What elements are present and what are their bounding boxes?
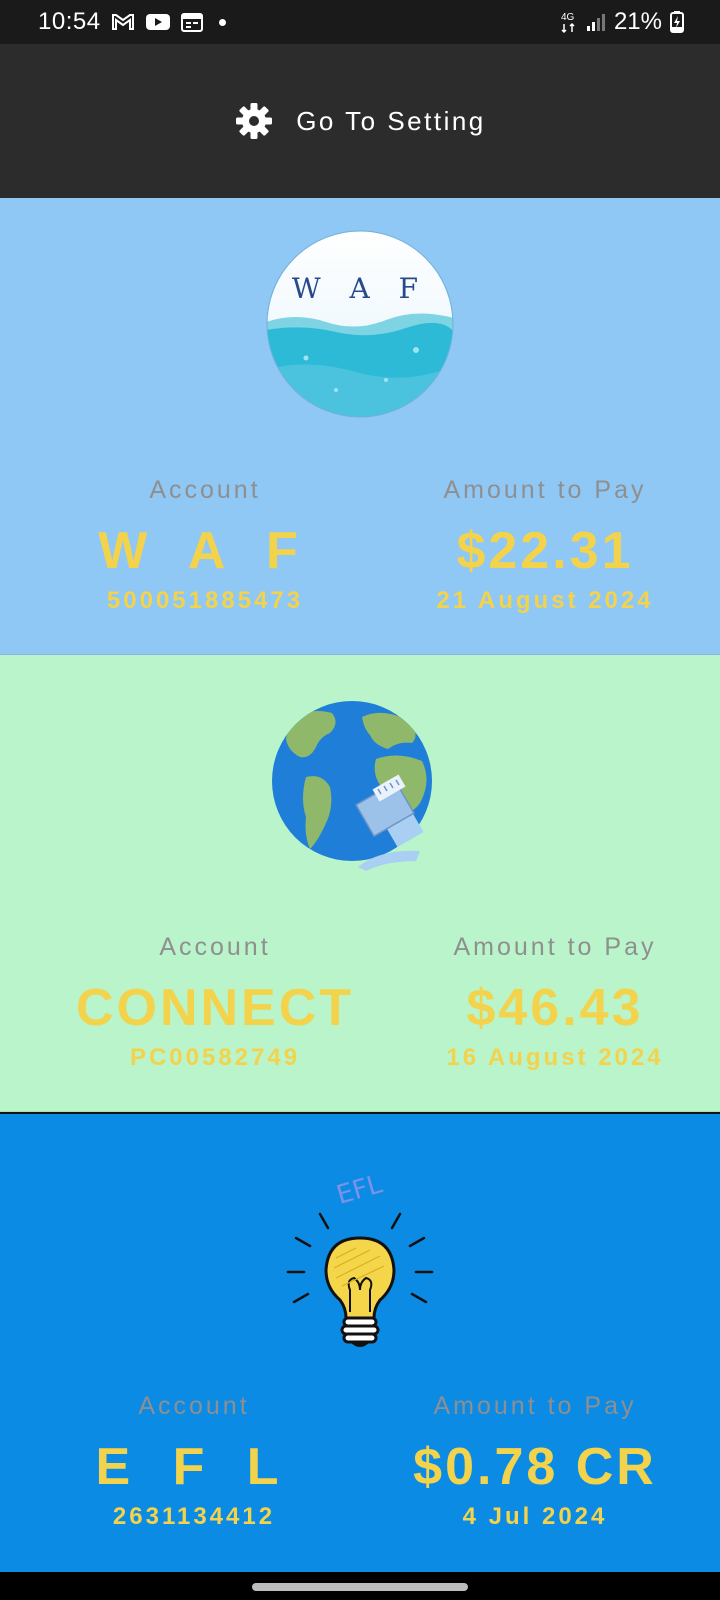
due-date: 16 August 2024 bbox=[446, 1044, 664, 1071]
amount-column: Amount to Pay $0.78 CR 4 Jul 2024 bbox=[375, 1392, 695, 1531]
amount-column: Amount to Pay $46.43 16 August 2024 bbox=[395, 933, 715, 1072]
account-number: 500051885473 bbox=[106, 587, 304, 614]
lightbulb-logo: EFL bbox=[286, 1169, 434, 1347]
network-4g-icon: 4G bbox=[561, 12, 575, 34]
youtube-icon bbox=[145, 14, 170, 30]
gmail-icon bbox=[111, 14, 134, 30]
amount-label: Amount to Pay bbox=[443, 476, 647, 504]
account-column: Account W A F 500051885473 bbox=[45, 476, 365, 615]
calendar-icon bbox=[180, 13, 203, 32]
gear-icon bbox=[236, 103, 273, 139]
svg-text:4G: 4G bbox=[561, 12, 575, 23]
status-bar: 10:54 4G 21% bbox=[0, 0, 720, 44]
account-number: PC00582749 bbox=[129, 1044, 301, 1071]
amount-label: Amount to Pay bbox=[433, 1392, 637, 1420]
account-label: Account bbox=[138, 1392, 250, 1420]
amount-value: $22.31 bbox=[456, 522, 634, 580]
amount-value: $0.78 CR bbox=[413, 1438, 657, 1496]
account-card-connect[interactable]: Account CONNECT PC00582749 Amount to Pay… bbox=[0, 655, 720, 1112]
home-gesture-handle[interactable] bbox=[252, 1583, 468, 1591]
go-to-setting-label: Go To Setting bbox=[296, 105, 486, 136]
battery-percent: 21% bbox=[613, 8, 662, 35]
amount-column: Amount to Pay $22.31 21 August 2024 bbox=[385, 476, 705, 615]
due-date: 21 August 2024 bbox=[436, 587, 654, 614]
account-number: 2631134412 bbox=[112, 1503, 276, 1530]
notification-icons bbox=[111, 12, 226, 32]
account-name: W A F bbox=[98, 522, 312, 580]
status-right: 4G 21% bbox=[560, 8, 684, 36]
svg-text:W A F: W A F bbox=[292, 272, 428, 305]
waf-water-logo: W A F bbox=[266, 230, 454, 418]
account-label: Account bbox=[149, 476, 261, 504]
globe-network-logo bbox=[272, 701, 432, 871]
account-label: Account bbox=[159, 933, 271, 961]
svg-text:EFL: EFL bbox=[333, 1169, 386, 1211]
account-name: E F L bbox=[95, 1438, 293, 1496]
amount-label: Amount to Pay bbox=[453, 933, 657, 961]
go-to-setting-button[interactable]: Go To Setting bbox=[0, 44, 720, 198]
account-card-waf[interactable]: W A F Account W A F 500051885473 Amount … bbox=[0, 198, 720, 655]
account-card-efl[interactable]: EFL Account E F L 2631134412 Amount to P… bbox=[0, 1114, 720, 1572]
status-time: 10:54 bbox=[38, 8, 101, 35]
account-column: Account E F L 2631134412 bbox=[34, 1392, 354, 1531]
due-date: 4 Jul 2024 bbox=[462, 1503, 608, 1530]
more-notifications-dot bbox=[218, 18, 226, 26]
battery-charging-icon bbox=[670, 11, 684, 33]
amount-value: $46.43 bbox=[466, 979, 644, 1037]
account-column: Account CONNECT PC00582749 bbox=[55, 933, 375, 1072]
account-name: CONNECT bbox=[75, 979, 355, 1037]
signal-icon bbox=[586, 14, 605, 31]
